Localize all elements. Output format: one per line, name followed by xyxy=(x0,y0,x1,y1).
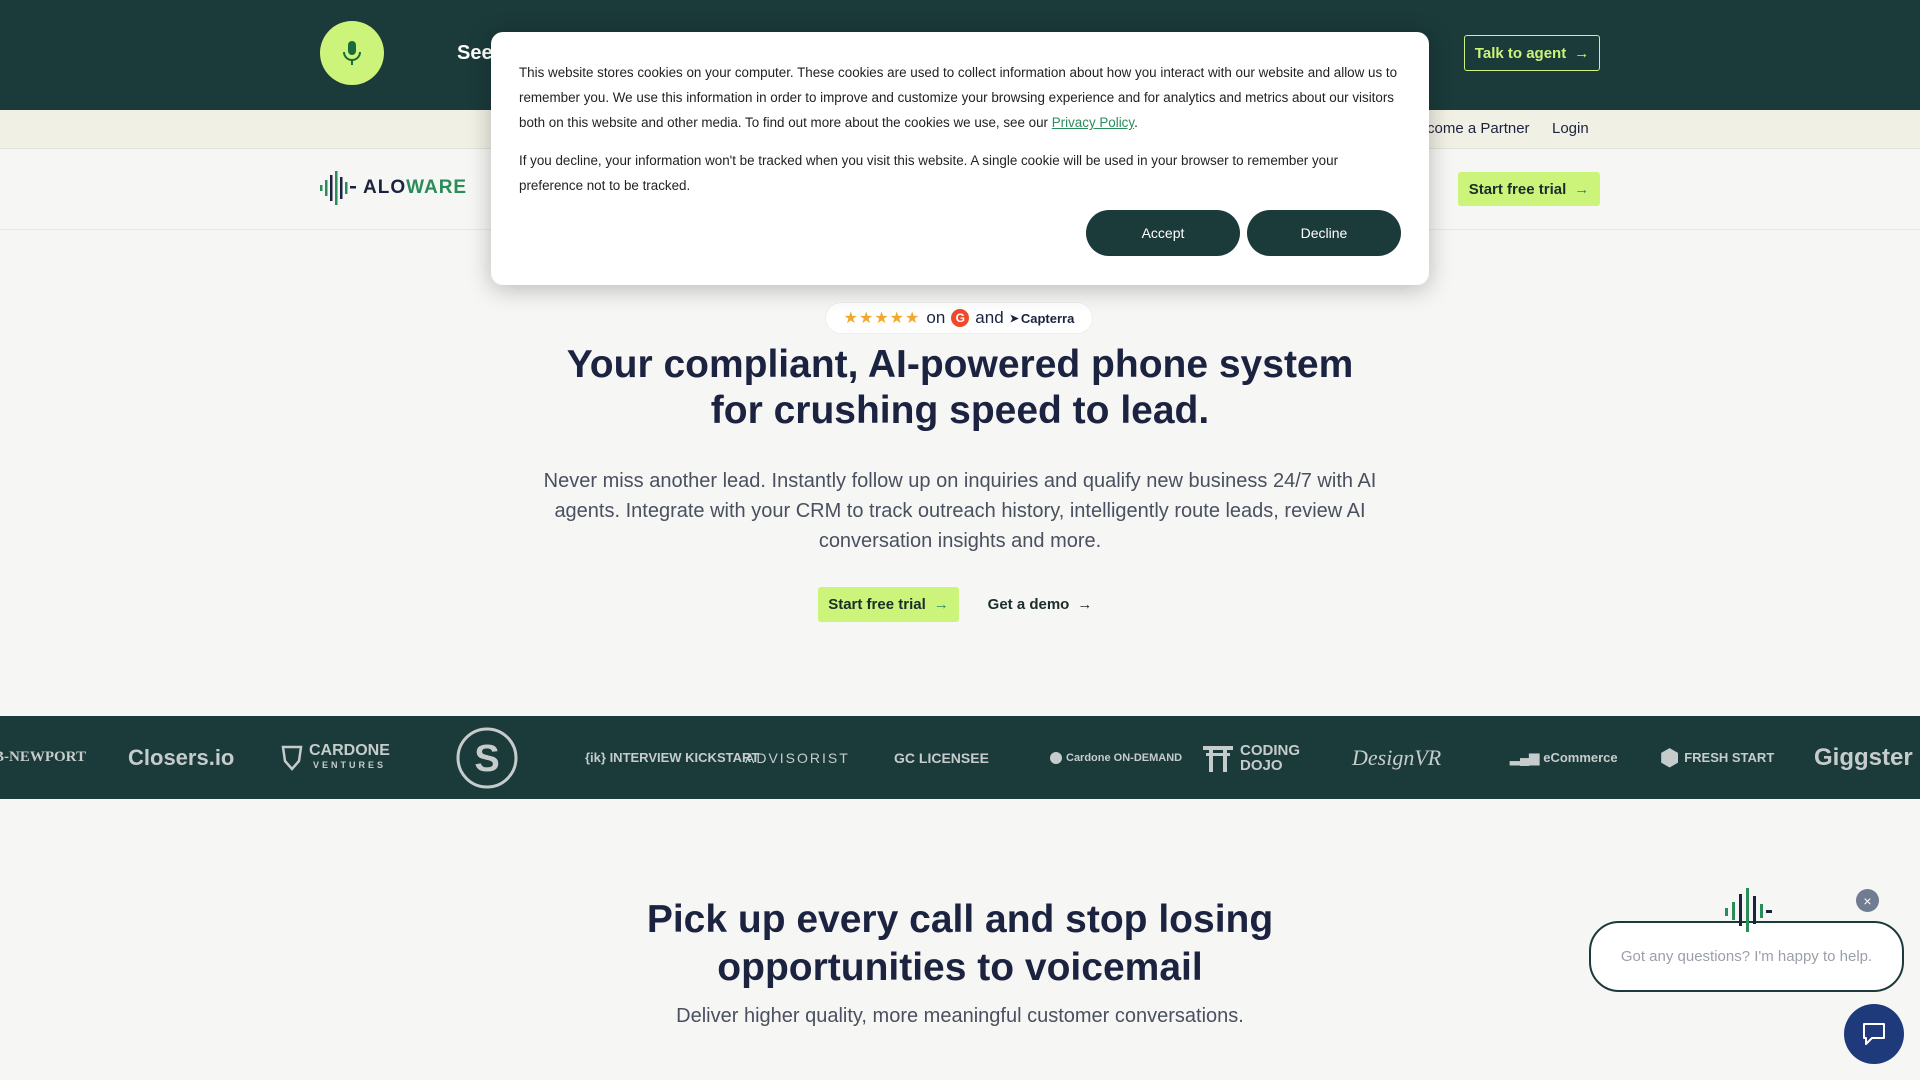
hero-get-demo-label: Get a demo xyxy=(987,596,1070,613)
customer-logo-strip: B-NEWPORT Closers.io CARDONE VENTURES S {… xyxy=(0,716,1920,799)
customer-logo: ADVISORIST xyxy=(745,749,850,766)
customer-logo: DesignVR xyxy=(1352,744,1442,770)
login-link[interactable]: Login xyxy=(1552,120,1589,137)
review-rating-badge: ★★★★★ on G and ➤ Capterra xyxy=(826,303,1092,333)
nav-start-trial-label: Start free trial xyxy=(1468,180,1567,198)
s-circle-logo-icon: S xyxy=(456,727,518,788)
rating-and-text: and xyxy=(975,308,1004,327)
talk-to-agent-button[interactable]: Talk to agent → xyxy=(1464,35,1600,71)
star-rating-icon: ★★★★★ xyxy=(843,310,921,327)
chat-icon xyxy=(1863,1023,1885,1045)
customer-logo: CARDONE VENTURES xyxy=(281,716,390,799)
chat-launcher-button[interactable] xyxy=(1844,1004,1904,1064)
hero-subtitle: Never miss another lead. Instantly follo… xyxy=(543,470,1377,552)
cookie-info-text: This website stores cookies on your comp… xyxy=(519,65,1398,130)
arrow-right-icon: → xyxy=(1574,180,1590,198)
become-partner-link[interactable]: come a Partner xyxy=(1427,120,1530,137)
bar-chart-icon: ▂▄▆ xyxy=(1510,749,1540,765)
customer-logo: {ik} INTERVIEW KICKSTART xyxy=(585,750,760,765)
chat-close-button[interactable]: × xyxy=(1856,889,1879,912)
customer-logo: Closers.io xyxy=(128,744,235,770)
privacy-policy-link[interactable]: Privacy Policy xyxy=(1052,115,1134,130)
svg-text:S: S xyxy=(474,738,499,780)
close-icon: × xyxy=(1863,892,1872,909)
arrow-right-icon: → xyxy=(1077,596,1093,613)
chat-prompt-text: Got any questions? I'm happy to help. xyxy=(1620,948,1873,965)
capterra-logo: ➤ Capterra xyxy=(1009,310,1075,326)
hero-start-trial-button[interactable]: Start free trial → xyxy=(818,587,959,622)
arrow-right-icon: → xyxy=(1574,44,1590,62)
arrow-right-icon: → xyxy=(933,596,949,613)
circle-dot-icon xyxy=(1050,751,1062,764)
section-title: Pick up every call and stop losing opport… xyxy=(646,898,1274,989)
hero-title: Your compliant, AI-powered phone system f… xyxy=(566,343,1354,432)
talk-to-agent-label: Talk to agent xyxy=(1474,44,1567,62)
decline-label: Decline xyxy=(1300,225,1348,241)
cookie-decline-info-text: If you decline, your information won't b… xyxy=(519,153,1339,193)
voice-agent-button[interactable] xyxy=(320,21,384,85)
accept-label: Accept xyxy=(1141,225,1185,241)
accept-cookies-button[interactable]: Accept xyxy=(1086,210,1240,256)
microphone-icon xyxy=(343,41,361,65)
customer-logo: Giggster xyxy=(1814,743,1913,771)
topbar-text: See xyxy=(457,42,493,64)
customer-logo: GC LICENSEE xyxy=(894,749,989,766)
cardone-shield-icon xyxy=(281,745,303,771)
customer-logo: S xyxy=(455,716,519,799)
waveform-logo-icon xyxy=(320,171,356,205)
g2-logo-icon: G xyxy=(951,309,970,327)
cookie-consent-dialog: This website stores cookies on your comp… xyxy=(491,32,1429,285)
decline-cookies-button[interactable]: Decline xyxy=(1247,210,1401,256)
customer-logo: CODING DOJO xyxy=(1202,716,1300,799)
aloware-logo[interactable]: ALOWARE xyxy=(319,171,467,205)
customer-logo: ⬢ FRESH START xyxy=(1660,744,1775,770)
cube-icon: ⬢ xyxy=(1660,744,1680,770)
customer-logo: ▂▄▆ eCommerce xyxy=(1510,749,1618,766)
torii-gate-icon xyxy=(1203,745,1233,772)
customer-logo: B-NEWPORT xyxy=(0,749,86,765)
section-subtitle: Deliver higher quality, more meaningful … xyxy=(676,1005,1244,1027)
logo-wordmark: ALOWARE xyxy=(363,177,468,198)
chat-bot-avatar-icon xyxy=(1725,888,1772,932)
capterra-arrow-icon: ➤ xyxy=(1009,312,1019,325)
hero-get-demo-button[interactable]: Get a demo → xyxy=(985,587,1095,622)
rating-on-text: on xyxy=(926,308,946,327)
hero-start-trial-label: Start free trial xyxy=(828,596,926,613)
nav-start-trial-button[interactable]: Start free trial → xyxy=(1458,172,1600,206)
customer-logo: Cardone ON-DEMAND xyxy=(1050,716,1182,799)
